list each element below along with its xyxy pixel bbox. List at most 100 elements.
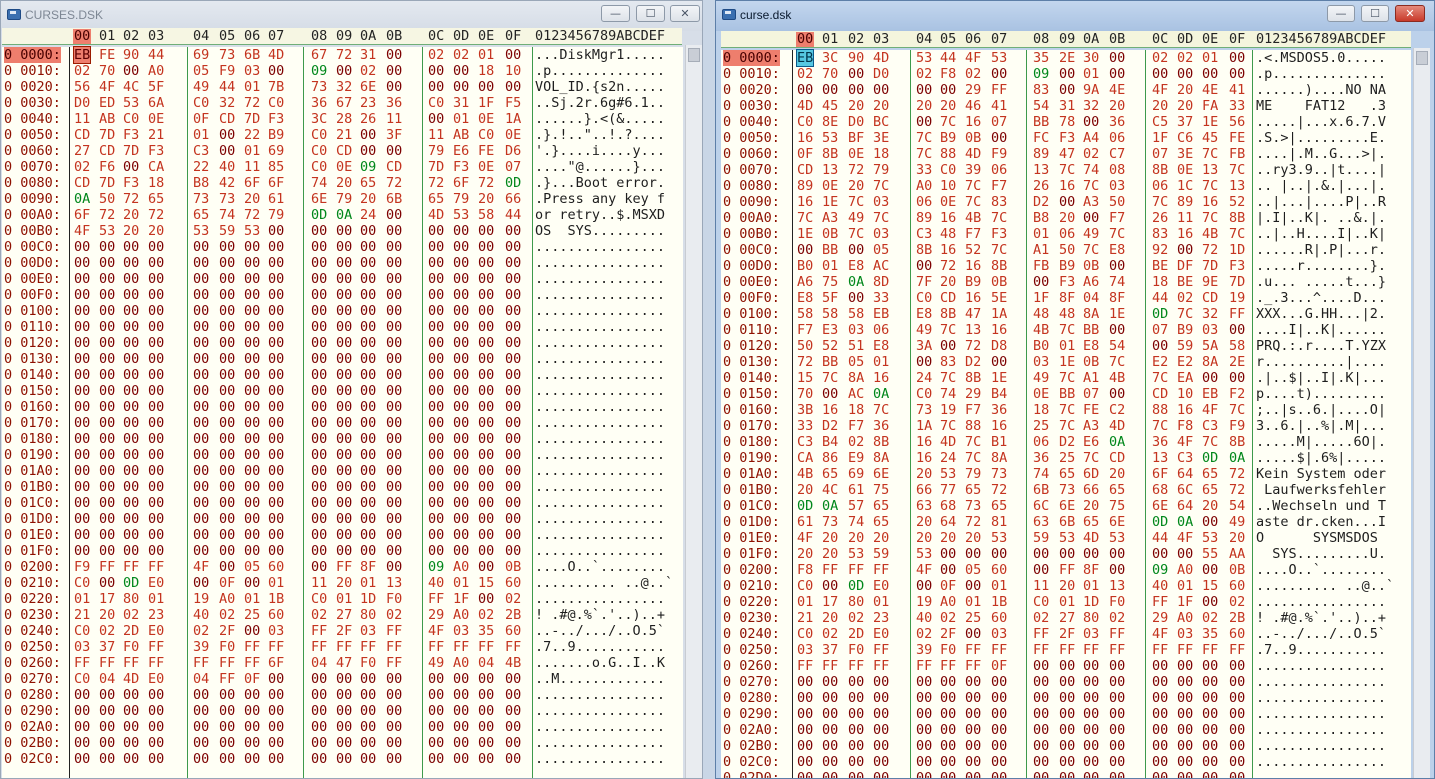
hex-byte[interactable]: 00 (268, 751, 284, 767)
hex-byte[interactable]: 16 (965, 114, 981, 130)
ascii-row[interactable]: .}...Boot error. (535, 175, 665, 191)
hex-byte[interactable]: 19 (193, 591, 209, 607)
hex-byte[interactable]: 60 (991, 610, 1007, 626)
hex-byte[interactable]: 00 (428, 479, 444, 495)
hex-byte[interactable]: 00 (1033, 658, 1049, 674)
hex-byte[interactable]: 1F (453, 591, 469, 607)
hex-byte[interactable]: 00 (1059, 690, 1075, 706)
hex-byte[interactable]: FF (428, 639, 444, 655)
hex-byte[interactable]: 00 (386, 719, 402, 735)
hex-byte[interactable]: 4F (1177, 434, 1193, 450)
ascii-row[interactable]: .......o.G..I..K (535, 655, 665, 671)
hex-byte[interactable]: 00 (386, 511, 402, 527)
hex-byte[interactable]: 65 (822, 466, 838, 482)
ascii-row[interactable]: .....M|.....6O|. (1256, 434, 1386, 450)
hex-byte[interactable]: AA (1229, 546, 1245, 562)
hex-byte[interactable]: 02 (1109, 610, 1125, 626)
hex-byte[interactable]: 7C (797, 210, 813, 226)
hex-byte[interactable]: 00 (123, 399, 139, 415)
hex-byte[interactable]: 58 (822, 306, 838, 322)
hex-byte[interactable]: 73 (219, 47, 235, 63)
hex-byte[interactable]: 00 (360, 303, 376, 319)
hex-byte[interactable]: 48 (940, 226, 956, 242)
hex-byte[interactable]: 00 (268, 511, 284, 527)
hex-byte[interactable]: 00 (428, 63, 444, 79)
hex-byte[interactable]: 00 (940, 562, 956, 578)
hex-byte[interactable]: 20 (336, 575, 352, 591)
hex-byte[interactable]: 00 (505, 271, 521, 287)
hex-byte[interactable]: F3 (1059, 130, 1075, 146)
hex-byte[interactable]: 00 (360, 319, 376, 335)
hex-byte[interactable]: 4F (916, 562, 932, 578)
hex-byte[interactable]: 00 (311, 415, 327, 431)
hex-byte[interactable]: 7D (99, 175, 115, 191)
hex-byte[interactable]: 18 (1033, 402, 1049, 418)
hex-byte[interactable]: 00 (336, 751, 352, 767)
hex-byte[interactable]: 6F (74, 207, 90, 223)
hex-byte[interactable]: 01 (797, 594, 813, 610)
hex-byte[interactable]: 00 (219, 687, 235, 703)
hex-byte[interactable]: 36 (1109, 114, 1125, 130)
hex-byte[interactable]: BB (1083, 322, 1099, 338)
hex-byte[interactable]: 00 (193, 303, 209, 319)
hex-byte[interactable]: 58 (797, 306, 813, 322)
hex-byte[interactable]: FF (193, 655, 209, 671)
ascii-row[interactable]: ................ (1256, 674, 1386, 690)
hex-byte[interactable]: D2 (1059, 434, 1075, 450)
hex-byte[interactable]: 00 (123, 463, 139, 479)
hex-byte[interactable]: EB (873, 306, 889, 322)
hex-byte[interactable]: 00 (478, 415, 494, 431)
hex-byte[interactable]: D0 (873, 66, 889, 82)
hex-byte[interactable]: 72 (1229, 466, 1245, 482)
hex-byte[interactable]: FF (1109, 642, 1125, 658)
hex-byte[interactable]: 00 (505, 431, 521, 447)
hex-byte[interactable]: 00 (428, 719, 444, 735)
hex-byte[interactable]: 1C (1177, 178, 1193, 194)
hex-byte[interactable]: 00 (1202, 706, 1218, 722)
hex-byte[interactable]: 00 (386, 287, 402, 303)
hex-byte[interactable]: 00 (428, 703, 444, 719)
hex-byte[interactable]: BC (873, 114, 889, 130)
hex-byte[interactable]: 00 (268, 223, 284, 239)
hex-byte[interactable]: 00 (99, 367, 115, 383)
hex-byte[interactable]: C0 (940, 162, 956, 178)
hex-byte[interactable]: 00 (336, 543, 352, 559)
hex-byte[interactable]: 00 (311, 239, 327, 255)
hex-byte[interactable]: 60 (1229, 626, 1245, 642)
hex-byte[interactable]: 8F (360, 559, 376, 575)
hex-byte[interactable]: 5E (991, 290, 1007, 306)
ascii-row[interactable]: ................ (535, 255, 665, 271)
hex-byte[interactable]: 00 (453, 543, 469, 559)
hex-byte[interactable]: 4F (965, 50, 981, 66)
hex-byte[interactable]: FF (1177, 642, 1193, 658)
hex-byte[interactable]: 00 (74, 527, 90, 543)
hex-byte[interactable]: 00 (123, 255, 139, 271)
hex-byte[interactable]: 00 (386, 303, 402, 319)
hex-byte[interactable]: 1A (991, 306, 1007, 322)
hex-byte[interactable]: D2 (822, 418, 838, 434)
hex-byte[interactable]: 4B (1033, 322, 1049, 338)
hex-byte[interactable]: 13 (1229, 178, 1245, 194)
hex-byte[interactable]: 00 (453, 735, 469, 751)
ascii-row[interactable]: ....O..`........ (535, 559, 665, 575)
hex-byte[interactable]: 00 (1059, 770, 1075, 778)
hex-byte[interactable]: 00 (428, 415, 444, 431)
hex-byte[interactable]: 00 (123, 447, 139, 463)
hex-byte[interactable]: F0 (219, 639, 235, 655)
hex-byte[interactable]: 1A (505, 111, 521, 127)
hex-byte[interactable]: 00 (1229, 66, 1245, 82)
hex-byte[interactable]: 00 (99, 351, 115, 367)
hex-byte[interactable]: 72 (99, 207, 115, 223)
hex-byte[interactable]: 00 (311, 495, 327, 511)
hex-byte[interactable]: 7C (1083, 242, 1099, 258)
hex-byte[interactable]: C0 (311, 143, 327, 159)
hex-byte[interactable]: 0A (822, 498, 838, 514)
hex-byte[interactable]: 00 (360, 287, 376, 303)
hex-byte[interactable]: 00 (453, 239, 469, 255)
hex-byte[interactable]: 57 (848, 498, 864, 514)
hex-byte[interactable]: 00 (478, 591, 494, 607)
hex-byte[interactable]: 16 (916, 450, 932, 466)
ascii-row[interactable]: ................ (1256, 690, 1386, 706)
hex-byte[interactable]: 00 (74, 511, 90, 527)
hex-byte[interactable]: 00 (148, 351, 164, 367)
